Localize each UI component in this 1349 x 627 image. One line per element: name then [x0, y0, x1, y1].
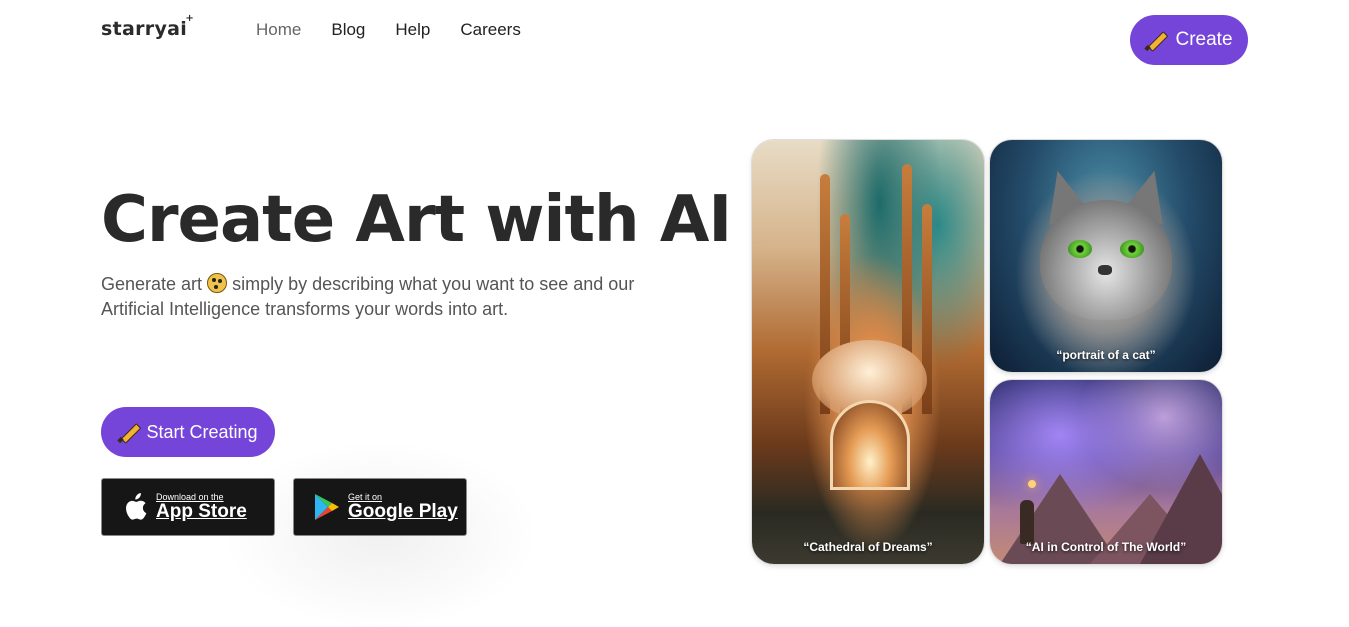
cat-face [1040, 200, 1172, 320]
start-creating-button[interactable]: Start Creating [101, 407, 275, 457]
gallery-image-cathedral: “Cathedral of Dreams” [752, 140, 984, 564]
hero-subtitle-part1: Generate art [101, 274, 203, 294]
pencil-icon [1145, 29, 1167, 51]
cat-nose [1098, 265, 1112, 275]
nav-blog-link[interactable]: Blog [331, 20, 365, 40]
pencil-icon [118, 421, 140, 443]
create-button[interactable]: Create [1130, 15, 1248, 65]
main-nav: Home Blog Help Careers [256, 20, 551, 40]
google-play-badge[interactable]: Get it on Google Play [293, 478, 467, 536]
nav-home-link[interactable]: Home [256, 20, 301, 40]
app-store-badge[interactable]: Download on the App Store [101, 478, 275, 536]
create-button-label: Create [1175, 29, 1233, 50]
starryai-logo[interactable]: starryai + [101, 13, 194, 40]
artist-palette-icon [207, 273, 228, 293]
wanderer-figure [1020, 500, 1034, 544]
gallery-caption: “portrait of a cat” [1056, 348, 1156, 362]
hero-title: Create Art with AI [101, 183, 732, 257]
nav-careers-link[interactable]: Careers [460, 20, 520, 40]
apple-icon [122, 492, 148, 522]
app-store-big-text: App Store [156, 501, 247, 522]
gallery-caption: “AI in Control of The World” [1025, 540, 1187, 554]
cat-eye [1120, 240, 1144, 258]
gallery-caption: “Cathedral of Dreams” [803, 540, 933, 554]
google-play-icon [314, 492, 340, 522]
nav-help-link[interactable]: Help [395, 20, 430, 40]
hero-subtitle: Generate art simply by describing what y… [101, 272, 641, 322]
torch-light [1028, 480, 1036, 488]
cat-eye [1068, 240, 1092, 258]
start-creating-label: Start Creating [146, 421, 258, 442]
logo-text: starryai [101, 18, 188, 40]
google-play-big-text: Google Play [348, 501, 458, 522]
gallery-image-space: “AI in Control of The World” [990, 380, 1222, 564]
logo-spark-icon: + [185, 13, 195, 24]
gallery-image-cat: “portrait of a cat” [990, 140, 1222, 372]
cathedral-arch [830, 400, 910, 490]
